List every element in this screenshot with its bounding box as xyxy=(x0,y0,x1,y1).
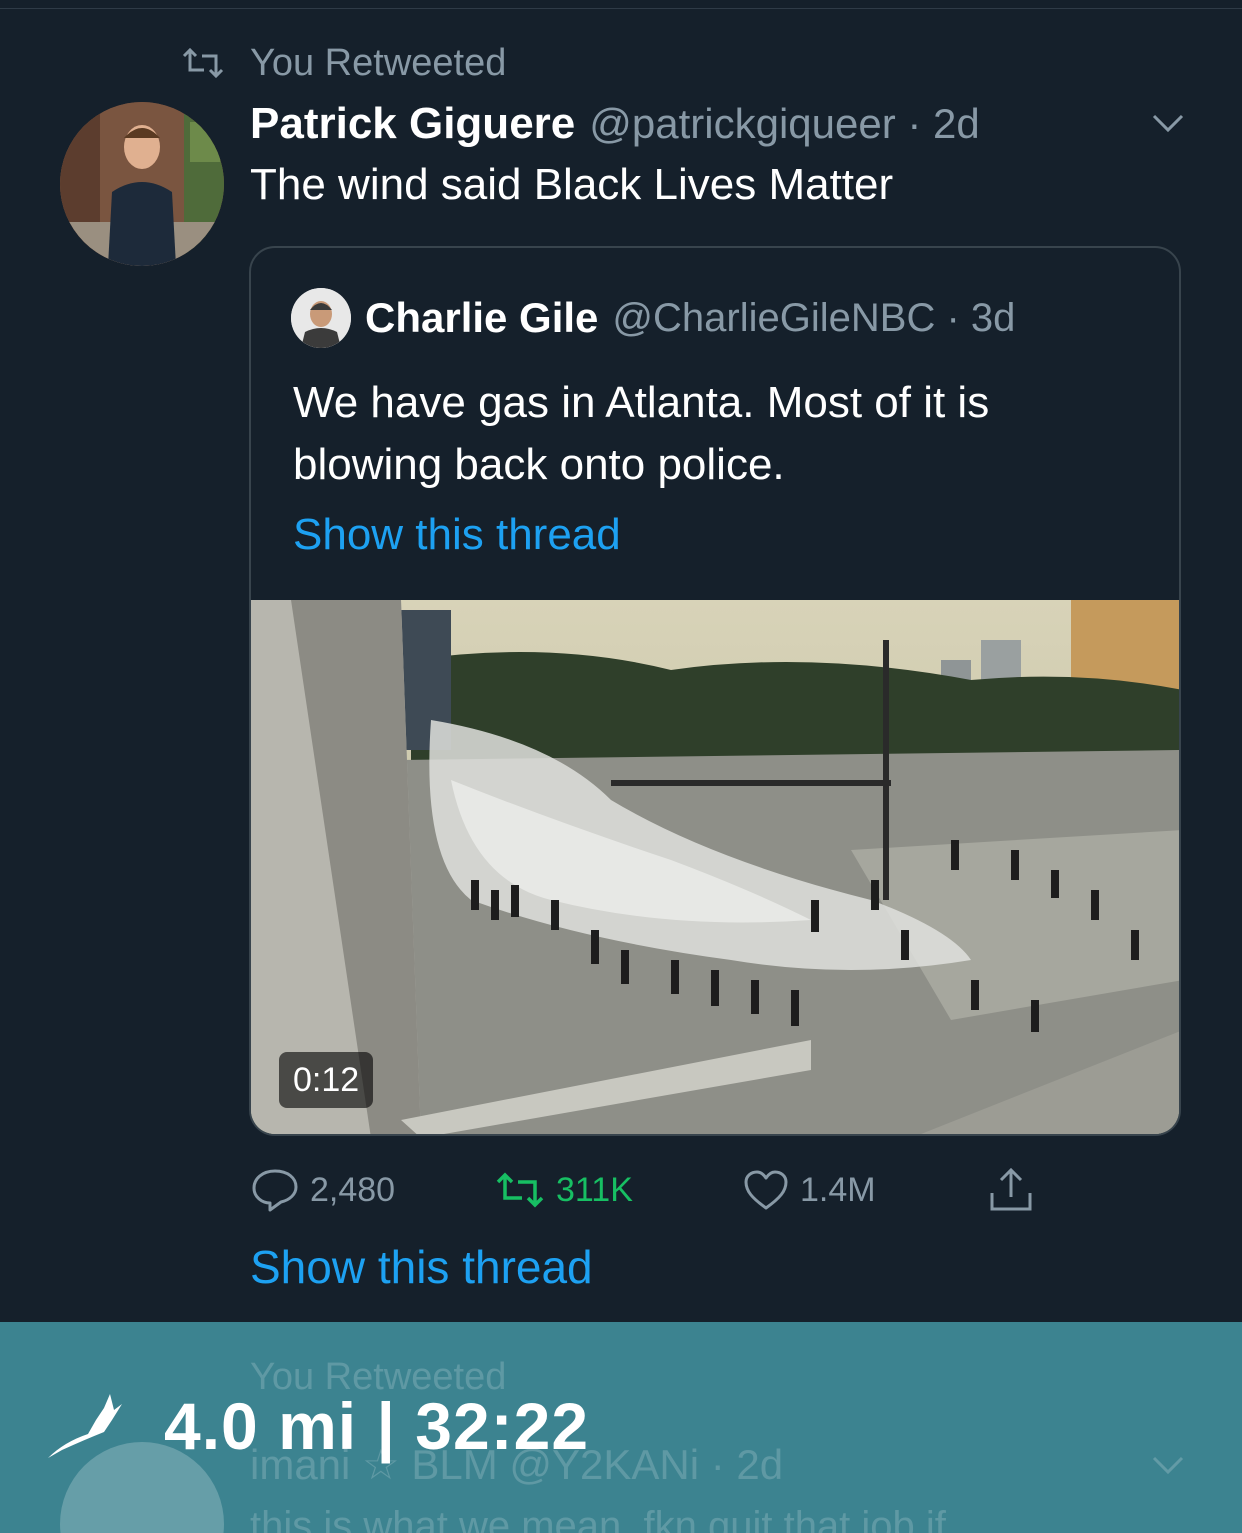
like-icon xyxy=(744,1170,788,1210)
video-thumbnail xyxy=(251,600,1179,1134)
top-divider xyxy=(0,8,1242,9)
quote-tweet-card[interactable]: Charlie Gile @CharlieGileNBC · 3d We hav… xyxy=(249,246,1181,1136)
quote-avatar xyxy=(291,288,351,348)
next-tweet-text: this is what we mean. fkn quit that job … xyxy=(250,1504,946,1533)
quote-text: We have gas in Atlanta. Most of it is bl… xyxy=(293,378,990,489)
share-button[interactable] xyxy=(986,1158,1046,1222)
quote-header: Charlie Gile @CharlieGileNBC · 3d xyxy=(365,290,1015,346)
like-count: 1.4M xyxy=(800,1170,876,1209)
like-button[interactable]: 1.4M xyxy=(742,1158,876,1222)
video-duration-badge: 0:12 xyxy=(279,1052,374,1108)
tweet-actions: 2,480 311K 1.4M xyxy=(250,1158,1050,1222)
tweet-text: The wind said Black Lives Matter xyxy=(250,160,894,209)
retweet-icon xyxy=(496,1172,544,1208)
quote-author-name[interactable]: Charlie Gile xyxy=(365,294,598,342)
avatar[interactable] xyxy=(60,102,224,266)
reply-count: 2,480 xyxy=(310,1170,396,1209)
retweet-icon xyxy=(182,48,224,78)
reply-button[interactable]: 2,480 xyxy=(250,1158,395,1222)
chevron-down-icon[interactable] xyxy=(1148,108,1188,138)
retweet-count: 311K xyxy=(556,1170,633,1209)
show-thread-link[interactable]: Show this thread xyxy=(250,1240,593,1294)
video-player[interactable]: 0:12 xyxy=(251,600,1179,1134)
quote-show-thread-link[interactable]: Show this thread xyxy=(293,510,621,560)
activity-stats: 4.0 mi | 32:22 xyxy=(164,1389,590,1463)
retweet-button[interactable]: 311K xyxy=(494,1158,633,1222)
quote-author-handle[interactable]: @CharlieGileNBC · 3d xyxy=(612,296,1015,341)
author-name[interactable]: Patrick Giguere xyxy=(250,99,575,149)
author-handle[interactable]: @patrickgiqueer · 2d xyxy=(589,100,980,148)
strava-runner-icon xyxy=(48,1394,122,1458)
retweet-context: You Retweeted xyxy=(180,40,506,86)
activity-overlay-band: You Retweeted imani ☆ BLM @Y2KANi · 2d t… xyxy=(0,1322,1242,1533)
share-icon xyxy=(990,1167,1032,1211)
avatar-photo xyxy=(60,102,224,266)
reply-icon xyxy=(252,1169,298,1212)
chevron-down-icon[interactable] xyxy=(1148,1450,1188,1480)
tweet-header: Patrick Giguere @patrickgiqueer · 2d xyxy=(250,96,980,152)
retweet-context-label: You Retweeted xyxy=(250,41,507,84)
